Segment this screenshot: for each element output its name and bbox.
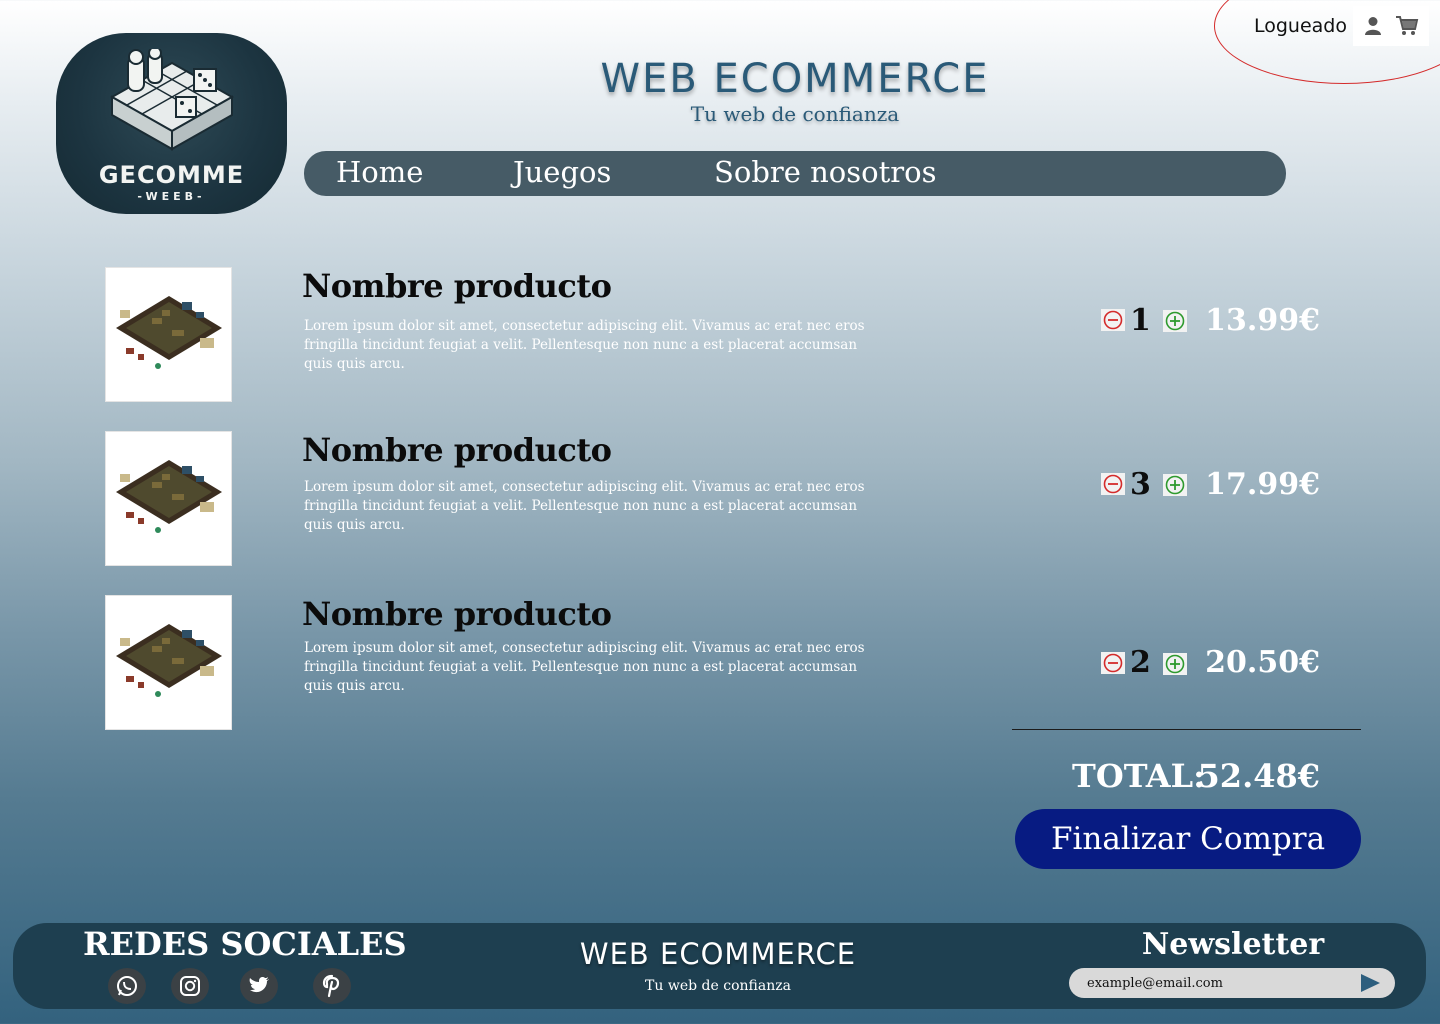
- quantity-value: 2: [1130, 645, 1151, 680]
- main-nav: Home Juegos Sobre nosotros: [304, 151, 1286, 196]
- board-game-image-icon: [116, 624, 222, 697]
- whatsapp-icon[interactable]: [108, 968, 146, 1004]
- product-description: Lorem ipsum dolor sit amet, consectetur …: [304, 318, 865, 372]
- product-image[interactable]: [105, 431, 232, 566]
- newsletter-email-input[interactable]: [1087, 968, 1347, 998]
- product-description: Lorem ipsum dolor sit amet, consectetur …: [304, 479, 865, 533]
- minus-icon: [1103, 653, 1123, 673]
- cart-item: Nombre producto Lorem ipsum dolor sit am…: [0, 431, 1440, 571]
- logo-subtitle: -WEEB-: [137, 190, 206, 203]
- footer-tagline: Tu web de confianza: [645, 978, 791, 994]
- product-name: Nombre producto: [302, 595, 612, 633]
- site-tagline: Tu web de confianza: [690, 102, 900, 126]
- increase-quantity-button[interactable]: [1163, 474, 1187, 496]
- decrease-quantity-button[interactable]: [1101, 473, 1125, 495]
- product-price: 17.99€: [1205, 467, 1320, 502]
- footer: REDES SOCIALES WEB ECOMMERCE Tu web de c…: [13, 923, 1426, 1009]
- minus-icon: [1103, 474, 1123, 494]
- user-icon[interactable]: [1364, 16, 1382, 36]
- total-value: 52.48€: [1197, 757, 1320, 795]
- social-title: REDES SOCIALES: [83, 925, 407, 963]
- product-price: 20.50€: [1205, 645, 1320, 680]
- product-name: Nombre producto: [302, 431, 612, 469]
- cart-item: Nombre producto Lorem ipsum dolor sit am…: [0, 595, 1440, 735]
- newsletter-form: [1069, 968, 1395, 998]
- product-name: Nombre producto: [302, 267, 612, 305]
- newsletter-title: Newsletter: [1141, 927, 1325, 962]
- twitter-icon[interactable]: [240, 968, 278, 1004]
- logo-name: GECOMME: [98, 161, 245, 189]
- user-icons: [1353, 6, 1429, 46]
- pinterest-icon[interactable]: [313, 968, 351, 1004]
- login-status: Logueado: [1254, 15, 1347, 37]
- product-description: Lorem ipsum dolor sit amet, consectetur …: [304, 640, 865, 694]
- decrease-quantity-button[interactable]: [1101, 652, 1125, 674]
- site-title: WEB ECOMMERCE: [600, 56, 990, 102]
- cart-icon[interactable]: [1395, 15, 1419, 37]
- quantity-value: 1: [1130, 303, 1151, 338]
- nav-juegos[interactable]: Juegos: [513, 155, 611, 189]
- total-divider: [1012, 729, 1361, 730]
- footer-title: WEB ECOMMERCE: [579, 937, 857, 971]
- nav-sobre-nosotros[interactable]: Sobre nosotros: [714, 155, 936, 189]
- site-logo[interactable]: GECOMME -WEEB-: [56, 33, 287, 214]
- instagram-icon[interactable]: [171, 968, 209, 1004]
- quantity-value: 3: [1130, 467, 1151, 502]
- checkout-button[interactable]: Finalizar Compra: [1015, 809, 1361, 869]
- product-price: 13.99€: [1205, 303, 1320, 338]
- user-bar: Logueado: [1247, 6, 1429, 46]
- cart-item: Nombre producto Lorem ipsum dolor sit am…: [0, 267, 1440, 407]
- product-image[interactable]: [105, 595, 232, 730]
- increase-quantity-button[interactable]: [1163, 653, 1187, 675]
- increase-quantity-button[interactable]: [1163, 310, 1187, 332]
- plus-icon: [1165, 311, 1185, 331]
- nav-home[interactable]: Home: [336, 155, 423, 189]
- minus-icon: [1103, 310, 1123, 330]
- plus-icon: [1165, 654, 1185, 674]
- product-image[interactable]: [105, 267, 232, 402]
- total-label: TOTAL:: [1072, 757, 1205, 795]
- send-arrow-icon[interactable]: [1359, 973, 1381, 993]
- plus-icon: [1165, 475, 1185, 495]
- board-game-image-icon: [116, 460, 222, 533]
- board-game-image-icon: [116, 296, 222, 369]
- board-game-logo-icon: [109, 49, 235, 151]
- decrease-quantity-button[interactable]: [1101, 309, 1125, 331]
